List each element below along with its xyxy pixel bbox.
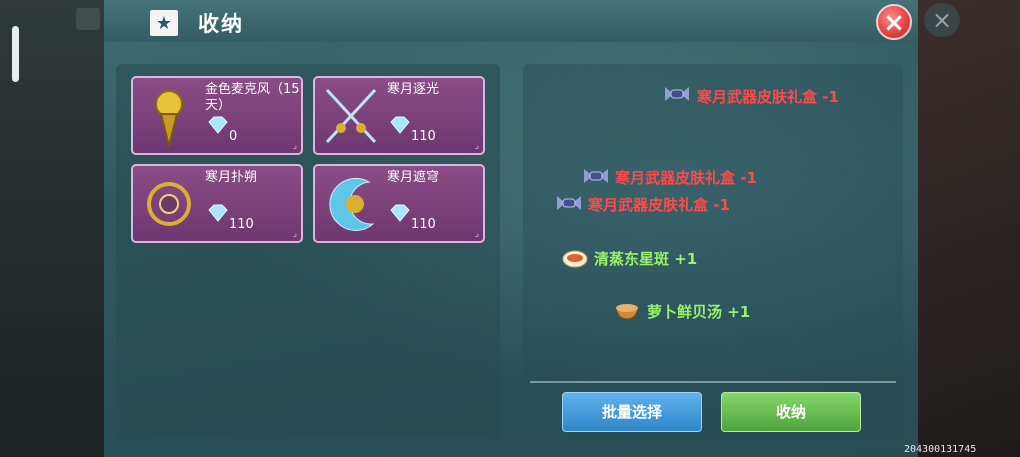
background-close-icon: × — [924, 3, 960, 37]
store-button[interactable]: 收纳 — [721, 392, 861, 432]
golden-microphone-icon — [155, 90, 183, 147]
inventory-icon — [76, 8, 100, 30]
candy-gift-icon — [584, 169, 608, 183]
item-card-hanyue-pushuo[interactable]: 寒月扑朔 110 ⌟ — [131, 164, 303, 243]
item-cost: 110 — [229, 217, 254, 232]
diamond-currency-icon — [208, 116, 228, 134]
crossed-swords-icon — [325, 88, 377, 144]
corner-mark-icon: ⌟ — [474, 229, 479, 239]
close-icon: × — [883, 8, 905, 38]
item-card-golden-microphone[interactable]: 金色麦克风（15天） 0 ⌟ — [131, 76, 303, 155]
item-cost: 110 — [411, 129, 436, 144]
close-button[interactable]: × — [876, 4, 912, 40]
corner-mark-icon: ⌟ — [474, 141, 479, 151]
corner-mark-icon: ⌟ — [292, 229, 297, 239]
log-entry: 寒月武器皮肤礼盒 -1 — [588, 196, 730, 214]
item-name: 寒月扑朔 — [205, 170, 258, 185]
item-card-hanyue-zhuguang[interactable]: 寒月逐光 110 ⌟ — [313, 76, 485, 155]
steamed-fish-icon — [562, 250, 588, 268]
item-name: 金色麦克风（15天） — [205, 82, 300, 113]
log-entry: 萝卜鲜贝汤 +1 — [647, 303, 751, 321]
log-entry: 清蒸东星斑 +1 — [594, 250, 698, 268]
corner-mark-icon: ⌟ — [292, 141, 297, 151]
player-uid: 204300131745 — [904, 444, 977, 455]
diamond-currency-icon — [208, 204, 228, 222]
diamond-currency-icon — [390, 204, 410, 222]
background-right — [918, 0, 1020, 457]
item-name: 寒月遮穹 — [387, 170, 440, 185]
item-name: 寒月逐光 — [387, 82, 440, 97]
batch-select-button[interactable]: 批量选择 — [562, 392, 702, 432]
crescent-blade-icon — [329, 177, 375, 231]
candy-gift-icon — [557, 196, 581, 210]
star-box-icon: ★ — [150, 10, 178, 36]
item-card-hanyue-zheqiong[interactable]: 寒月遮穹 110 ⌟ — [313, 164, 485, 243]
log-entry: 寒月武器皮肤礼盒 -1 — [697, 88, 839, 106]
ornate-ring-icon — [147, 182, 191, 226]
soup-bowl-icon — [615, 304, 639, 320]
dialog-title: 收纳 — [198, 12, 244, 36]
item-cost: 0 — [229, 129, 238, 144]
scroll-handle[interactable] — [12, 26, 19, 82]
divider — [530, 381, 896, 383]
diamond-currency-icon — [390, 116, 410, 134]
log-entry: 寒月武器皮肤礼盒 -1 — [615, 169, 757, 187]
item-cost: 110 — [411, 217, 436, 232]
candy-gift-icon — [665, 87, 689, 101]
